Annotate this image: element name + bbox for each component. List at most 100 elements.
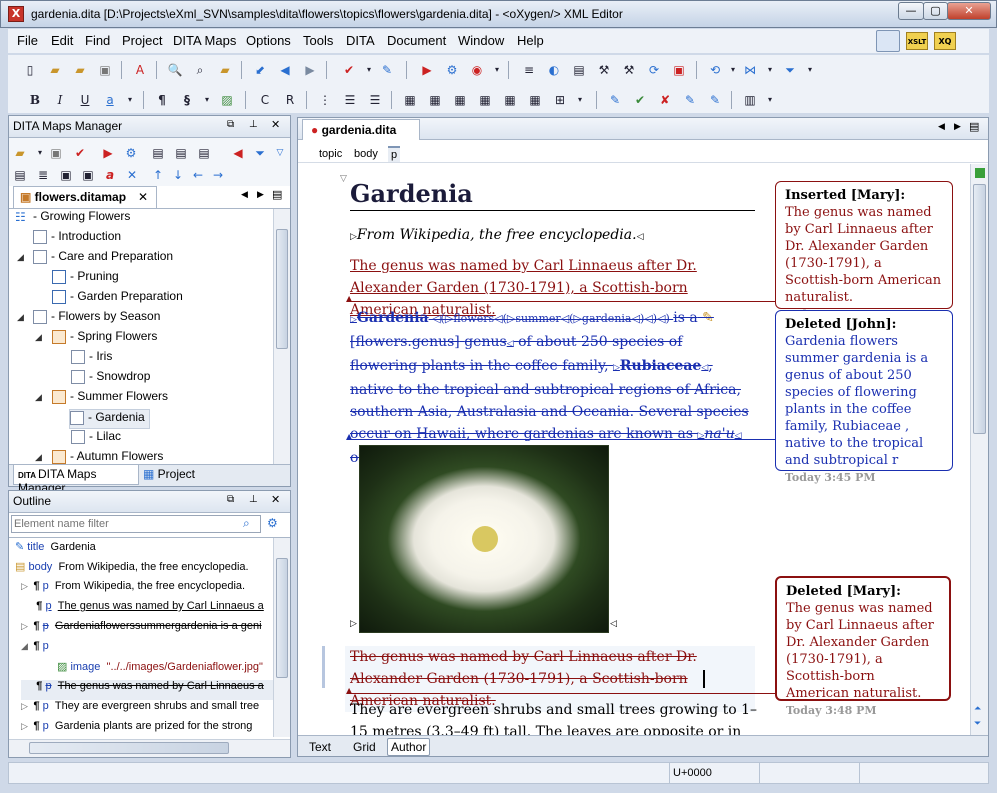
- outline-row-p[interactable]: ▷ ¶ p Gardenia plants are prized for the…: [21, 720, 252, 737]
- tree-item-growing-flowers[interactable]: ☷ - Growing Flowers: [15, 209, 130, 229]
- list-icon[interactable]: ⋮: [316, 91, 334, 109]
- map-properties-icon[interactable]: ≣: [34, 166, 52, 184]
- restore-icon[interactable]: ⧉: [227, 494, 234, 505]
- italic-icon[interactable]: I: [51, 91, 69, 109]
- link-dropdown-icon[interactable]: ▾: [121, 91, 139, 109]
- collapse-icon[interactable]: ◢: [17, 253, 24, 263]
- map-tabs-right-icon[interactable]: ▶: [257, 190, 264, 200]
- profile-icon[interactable]: ▣: [670, 61, 688, 79]
- table-dropdown-icon[interactable]: ▾: [571, 91, 589, 109]
- map-left-icon[interactable]: ←: [189, 166, 207, 184]
- table-icon[interactable]: ▦: [401, 91, 419, 109]
- refresh-icon[interactable]: ⟳: [645, 61, 663, 79]
- format-indent-icon[interactable]: ≡: [520, 61, 538, 79]
- go-to-icon[interactable]: ⬋: [251, 61, 269, 79]
- outline-scroll-thumb[interactable]: [276, 558, 288, 678]
- close-button[interactable]: ✕: [947, 2, 991, 20]
- element-filter-field[interactable]: ⌕: [11, 515, 261, 533]
- new-dita-icon[interactable]: A: [131, 61, 149, 79]
- reject-change-icon[interactable]: ✘: [656, 91, 674, 109]
- insert-row-after-icon[interactable]: ▦: [451, 91, 469, 109]
- intro-paragraph[interactable]: ▷From Wikipedia, the free encyclopedia.◁: [350, 224, 770, 248]
- insert-row-icon[interactable]: ▦: [426, 91, 444, 109]
- insert-topicgroup-icon[interactable]: ▤: [195, 144, 213, 162]
- map-tabs-left-icon[interactable]: ◀: [241, 190, 248, 200]
- expand-icon[interactable]: ▷: [21, 581, 30, 591]
- new-file-icon[interactable]: ▯: [21, 61, 39, 79]
- collapse-icon[interactable]: ◢: [35, 453, 42, 463]
- outline-row-p[interactable]: ¶ p The genus was named by Carl Linnaeus…: [21, 600, 264, 620]
- tree-item-pruning[interactable]: - Pruning: [52, 269, 119, 289]
- maximize-button[interactable]: ▢: [923, 2, 948, 20]
- insert-column-icon[interactable]: ▦: [501, 91, 519, 109]
- tree-item-iris[interactable]: - Iris: [71, 349, 112, 369]
- open-map-icon[interactable]: ▰: [11, 144, 29, 162]
- compare-icon[interactable]: ⚒: [620, 61, 638, 79]
- tree-item-snowdrop[interactable]: - Snowdrop: [71, 369, 150, 389]
- save-map-icon[interactable]: ▣: [47, 144, 65, 162]
- manage-changes-icon[interactable]: ▥: [741, 91, 759, 109]
- expand-icon[interactable]: ▷: [21, 701, 30, 711]
- tree-item-spring-flowers[interactable]: - Spring Flowers: [52, 329, 157, 349]
- fold-icon[interactable]: ▽: [340, 174, 347, 184]
- breadcrumb-topic[interactable]: topic: [319, 148, 342, 160]
- filter-dropdown-icon[interactable]: ▾: [801, 61, 819, 79]
- outline-settings-icon[interactable]: ⚙: [267, 516, 278, 530]
- breadcrumb-body[interactable]: body: [354, 148, 378, 160]
- menu-file[interactable]: File: [17, 33, 38, 48]
- manage-changes-dropdown-icon[interactable]: ▾: [761, 91, 779, 109]
- tab-author-mode[interactable]: Author: [387, 738, 431, 756]
- map-edit-icon[interactable]: ▤: [11, 166, 29, 184]
- map-tree-scroll-thumb[interactable]: [276, 229, 288, 349]
- find-icon[interactable]: 🔍: [166, 61, 184, 79]
- outline-hscrollbar[interactable]: [9, 739, 290, 757]
- outline-row-image[interactable]: ▨ image "../../images/Gardeniaflower.jpg…: [57, 660, 263, 680]
- map-text-icon[interactable]: a: [101, 166, 119, 184]
- menu-find[interactable]: Find: [85, 33, 110, 48]
- map-tab-close-icon[interactable]: ✕: [138, 190, 148, 204]
- conref-icon[interactable]: C: [256, 91, 274, 109]
- body-paragraph[interactable]: They are evergreen shrubs and small tree…: [350, 699, 760, 735]
- image-icon[interactable]: ▨: [218, 91, 236, 109]
- accept-change-icon[interactable]: ✔: [631, 91, 649, 109]
- configure-validation-icon[interactable]: ✎: [378, 61, 396, 79]
- expand-icon[interactable]: ▷: [21, 621, 30, 631]
- insert-topicref-icon[interactable]: ▤: [149, 144, 167, 162]
- editor-scroll-thumb[interactable]: [973, 184, 986, 434]
- xslt-perspective-button[interactable]: XSLT: [906, 32, 928, 50]
- find-in-files-icon[interactable]: ⌕: [191, 61, 209, 79]
- menu-window[interactable]: Window: [458, 33, 504, 48]
- track-changes-icon[interactable]: ✎: [606, 91, 624, 109]
- diff-icon[interactable]: ⋈: [741, 61, 759, 79]
- bold-icon[interactable]: B: [26, 91, 44, 109]
- bullet-list-icon[interactable]: ☰: [341, 91, 359, 109]
- map-filter-icon[interactable]: ⏷: [251, 144, 269, 162]
- collapse-icon[interactable]: ◢: [35, 393, 42, 403]
- editor-scrollbar[interactable]: ⏶ ⏷: [970, 164, 988, 735]
- outline-row-title[interactable]: ✎ title Gardenia: [15, 540, 96, 560]
- tree-icon[interactable]: ⚒: [595, 61, 613, 79]
- transform-icon[interactable]: ▶: [418, 61, 436, 79]
- transform-map-icon[interactable]: ▶: [99, 144, 117, 162]
- back-icon[interactable]: ◀: [276, 61, 294, 79]
- menu-tools[interactable]: Tools: [303, 33, 333, 48]
- outline-row-p-selected[interactable]: ¶ p The genus was named by Carl Linnaeus…: [21, 680, 283, 700]
- link-icon[interactable]: a: [101, 91, 119, 109]
- scroll-up-icon[interactable]: ⏶: [974, 704, 981, 714]
- open-folder-icon[interactable]: ▰: [46, 61, 64, 79]
- forward-icon[interactable]: ▶: [301, 61, 319, 79]
- menu-help[interactable]: Help: [517, 33, 544, 48]
- configure-map-icon[interactable]: ⚙: [122, 144, 140, 162]
- map-tree-scrollbar[interactable]: [273, 209, 290, 464]
- menu-project[interactable]: Project: [122, 33, 162, 48]
- close-panel-icon[interactable]: ✕: [271, 493, 280, 506]
- editor-tabs-left-icon[interactable]: ◀: [938, 122, 945, 132]
- map-up-icon[interactable]: ↑: [149, 166, 167, 184]
- xref-icon[interactable]: R: [281, 91, 299, 109]
- delete-column-icon[interactable]: ▦: [526, 91, 544, 109]
- filter-icon[interactable]: ⏷: [781, 61, 799, 79]
- menu-edit[interactable]: Edit: [51, 33, 73, 48]
- tree-item-care-and-preparation[interactable]: - Care and Preparation: [33, 249, 173, 269]
- tab-dita-maps-manager[interactable]: DITA DITA Maps Manager: [13, 465, 139, 495]
- section-icon[interactable]: §: [178, 91, 196, 109]
